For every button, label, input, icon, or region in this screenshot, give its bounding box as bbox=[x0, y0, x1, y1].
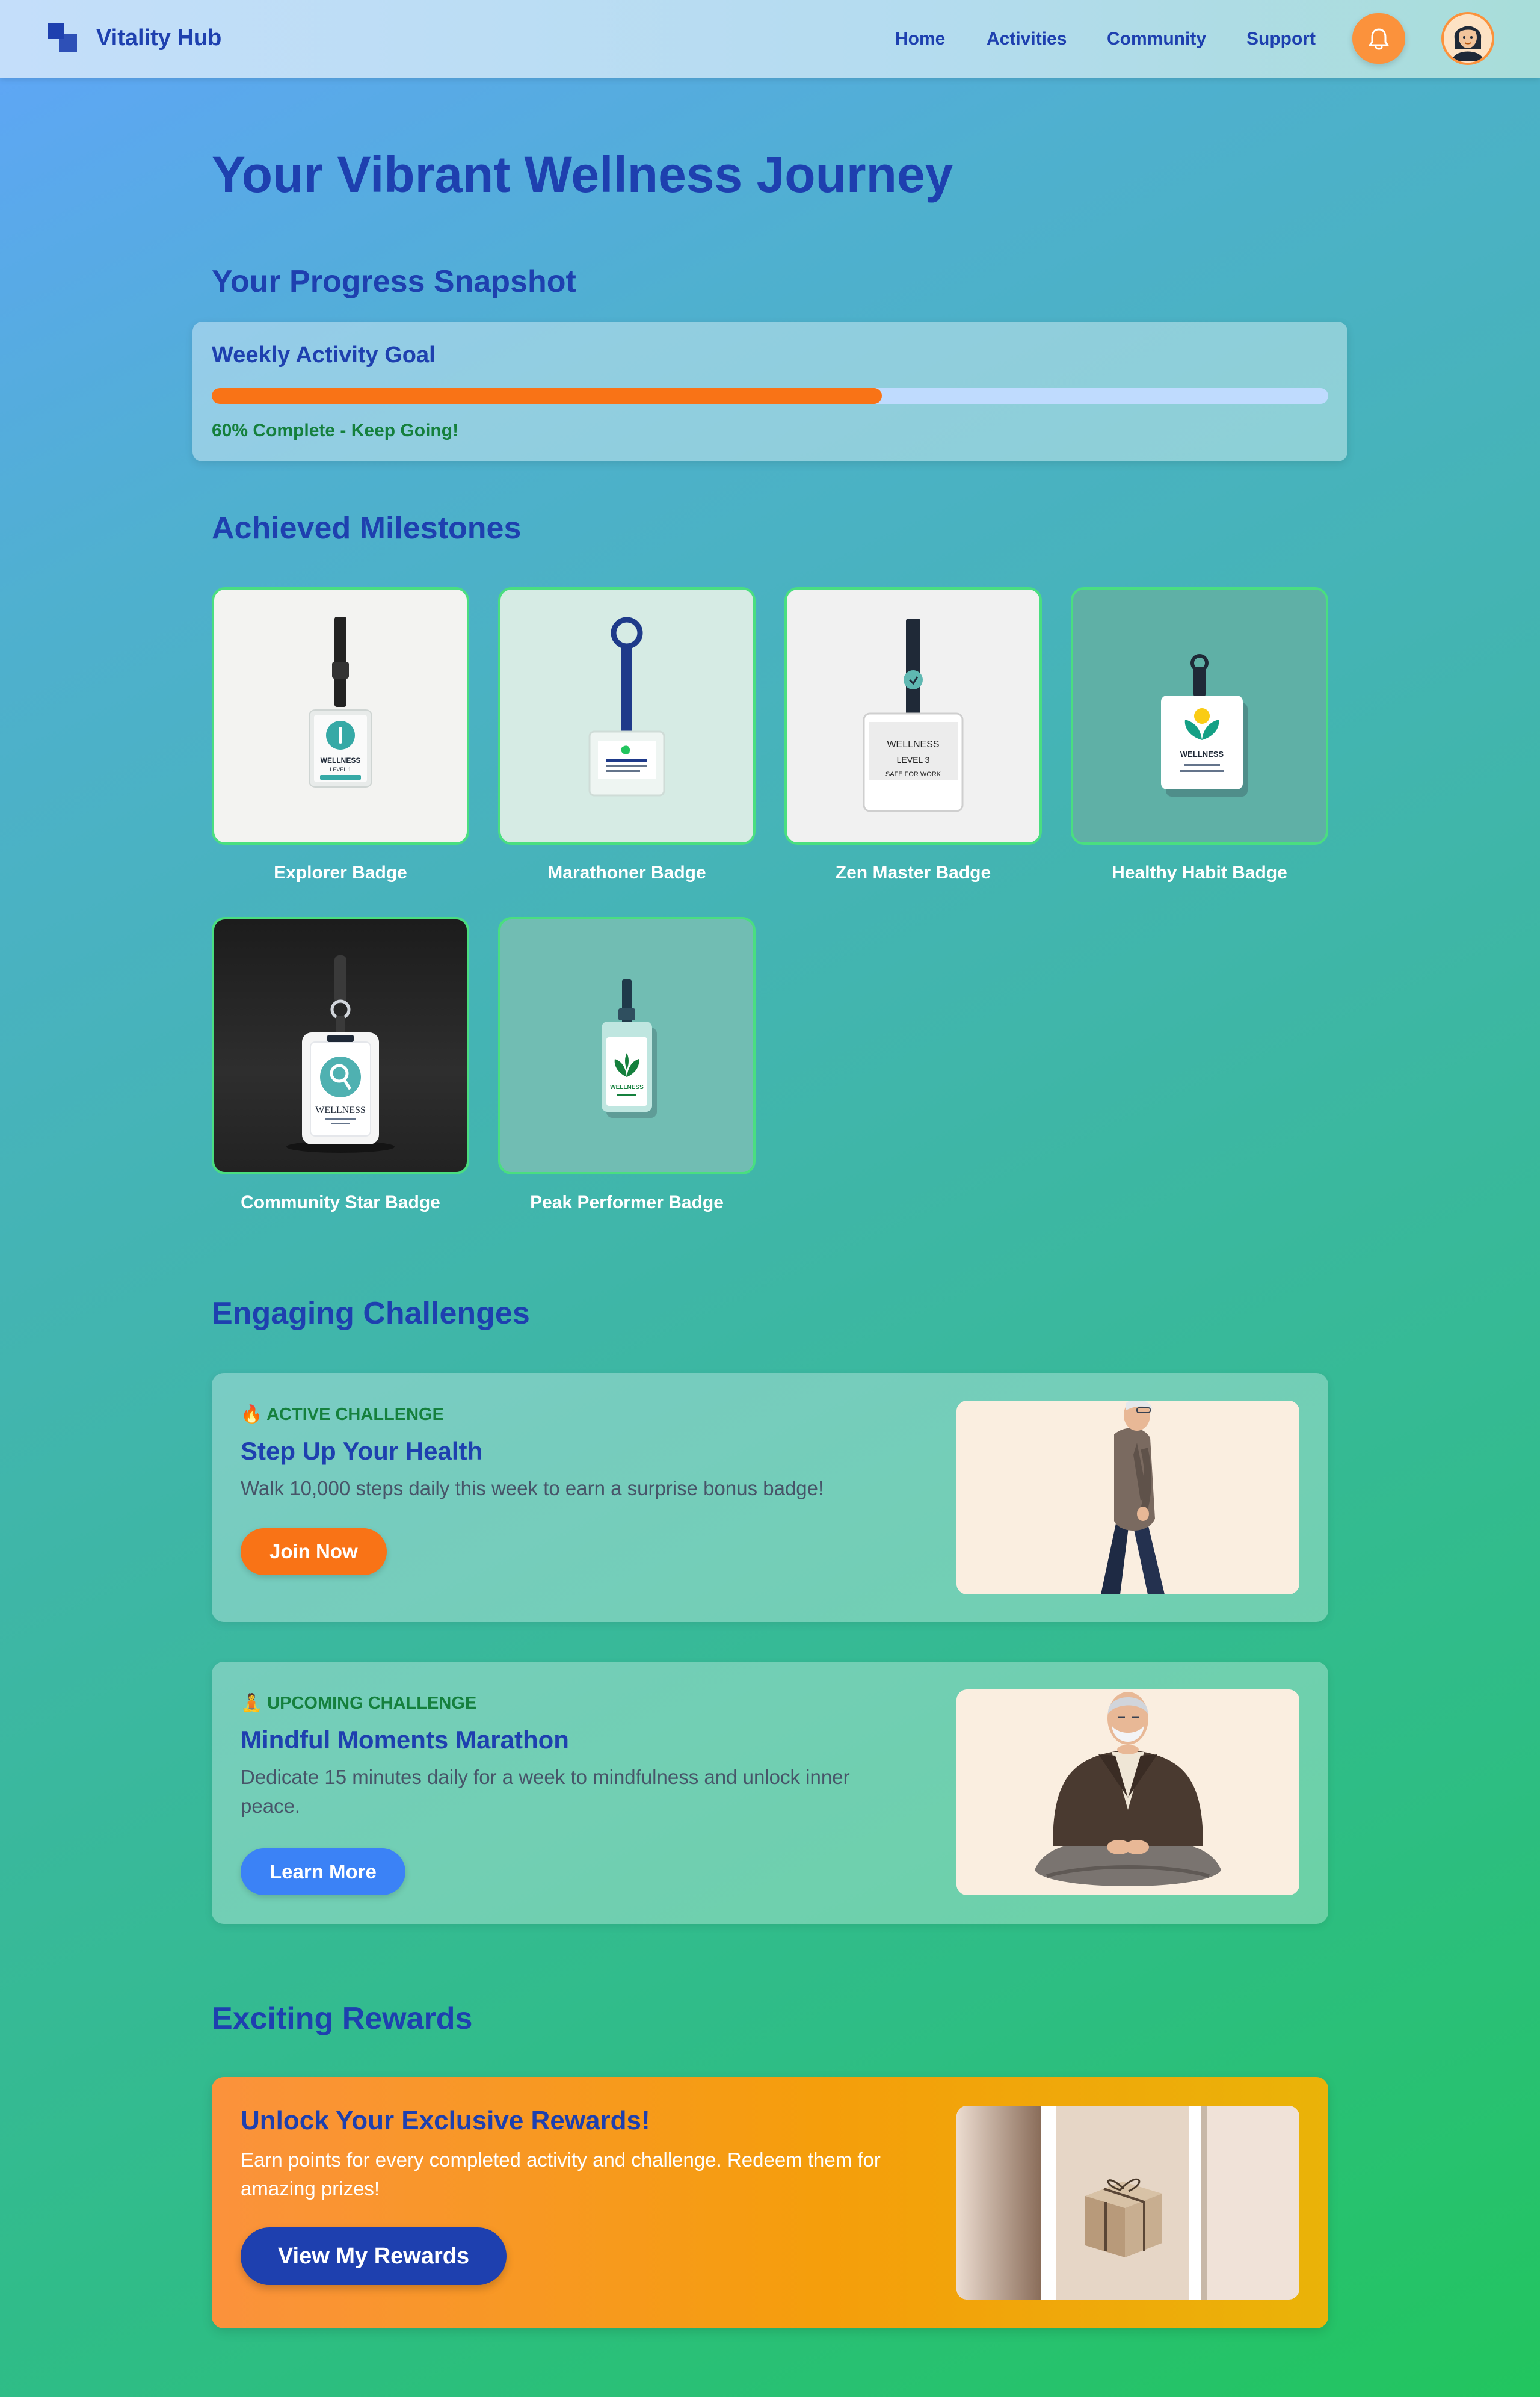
page-title: Your Vibrant Wellness Journey bbox=[212, 146, 953, 203]
badge-lanyard-image: WELLNESS bbox=[1161, 654, 1248, 797]
rewards-card: Unlock Your Exclusive Rewards! Earn poin… bbox=[212, 2077, 1328, 2328]
challenge-card-upcoming: 🧘 UPCOMING CHALLENGE Mindful Moments Mar… bbox=[212, 1662, 1328, 1924]
weekly-goal-title: Weekly Activity Goal bbox=[212, 342, 436, 368]
rewards-description: Earn points for every completed activity… bbox=[241, 2149, 881, 2200]
badge-lanyard-image: WELLNESS bbox=[602, 979, 657, 1118]
nav-link-community[interactable]: Community bbox=[1107, 26, 1206, 52]
walking-man-illustration bbox=[956, 1401, 1299, 1594]
weekly-goal-progress-bar bbox=[212, 388, 1328, 404]
badge-label: Healthy Habit Badge bbox=[1112, 863, 1287, 883]
milestones-heading: Achieved Milestones bbox=[212, 511, 522, 546]
challenge-description: Dedicate 15 minutes daily for a week to … bbox=[241, 1766, 850, 1817]
challenges-heading: Engaging Challenges bbox=[212, 1296, 530, 1331]
badge-subtext: SAFE FOR WORK bbox=[886, 771, 941, 778]
badge-lanyard-image bbox=[588, 617, 665, 797]
brand-logo-icon[interactable] bbox=[48, 23, 77, 52]
badge-lanyard-image: WELLNESS LEVEL 1 bbox=[309, 617, 372, 788]
view-rewards-button[interactable]: View My Rewards bbox=[241, 2227, 507, 2285]
badge-lanyard-image: WELLNESS bbox=[286, 955, 395, 1153]
badge-peak-performer[interactable]: WELLNESS bbox=[498, 917, 756, 1174]
badge-zen-master[interactable]: WELLNESS LEVEL 3 SAFE FOR WORK bbox=[784, 587, 1042, 845]
badge-text: WELLNESS bbox=[610, 1084, 644, 1091]
progress-heading: Your Progress Snapshot bbox=[212, 264, 576, 299]
badge-lanyard-image: WELLNESS LEVEL 3 SAFE FOR WORK bbox=[863, 619, 964, 812]
badge-level-text: LEVEL 1 bbox=[330, 767, 351, 773]
top-nav: Vitality Hub Home Activities Community S… bbox=[0, 0, 1540, 78]
learn-more-button[interactable]: Learn More bbox=[241, 1848, 405, 1895]
badge-text: WELLNESS bbox=[1180, 750, 1224, 759]
challenge-status-badge: 🔥 ACTIVE CHALLENGE bbox=[241, 1405, 444, 1424]
badge-label: Zen Master Badge bbox=[835, 863, 991, 883]
nav-link-activities[interactable]: Activities bbox=[987, 26, 1067, 52]
challenge-title: Mindful Moments Marathon bbox=[241, 1726, 569, 1754]
badge-marathoner[interactable] bbox=[498, 587, 756, 845]
notifications-button[interactable] bbox=[1352, 13, 1405, 64]
badge-label: Peak Performer Badge bbox=[530, 1192, 724, 1212]
nav-link-home[interactable]: Home bbox=[895, 26, 945, 52]
rewards-heading: Exciting Rewards bbox=[212, 2001, 473, 2036]
progress-status: 60% Complete - Keep Going! bbox=[212, 421, 459, 440]
badge-healthy-habit[interactable]: WELLNESS bbox=[1071, 587, 1328, 845]
badge-text: WELLNESS bbox=[315, 1105, 366, 1115]
join-now-button[interactable]: Join Now bbox=[241, 1528, 387, 1575]
badge-label: Marathoner Badge bbox=[547, 863, 706, 883]
rewards-title: Unlock Your Exclusive Rewards! bbox=[241, 2106, 650, 2135]
challenge-status-badge: 🧘 UPCOMING CHALLENGE bbox=[241, 1694, 477, 1713]
badge-level-text: LEVEL 3 bbox=[897, 755, 930, 765]
badge-label: Explorer Badge bbox=[274, 863, 407, 883]
badge-text: WELLNESS bbox=[887, 739, 939, 750]
challenge-card-active: 🔥 ACTIVE CHALLENGE Step Up Your Health W… bbox=[212, 1373, 1328, 1622]
challenge-title: Step Up Your Health bbox=[241, 1437, 483, 1465]
challenge-description: Walk 10,000 steps daily this week to ear… bbox=[241, 1477, 824, 1499]
badge-explorer[interactable]: WELLNESS LEVEL 1 bbox=[212, 587, 469, 845]
user-avatar[interactable] bbox=[1441, 12, 1494, 65]
badge-text: WELLNESS bbox=[321, 756, 361, 765]
meditating-man-illustration bbox=[956, 1689, 1299, 1895]
badge-label: Community Star Badge bbox=[241, 1192, 440, 1212]
bell-icon bbox=[1369, 28, 1389, 50]
progress-bar-fill bbox=[212, 388, 882, 404]
gift-box-illustration bbox=[956, 2106, 1299, 2300]
badge-community-star[interactable]: WELLNESS bbox=[212, 917, 469, 1174]
weekly-goal-card: Weekly Activity Goal 60% Complete - Keep… bbox=[192, 322, 1348, 461]
brand-name[interactable]: Vitality Hub bbox=[96, 23, 221, 53]
nav-link-support[interactable]: Support bbox=[1246, 26, 1316, 52]
